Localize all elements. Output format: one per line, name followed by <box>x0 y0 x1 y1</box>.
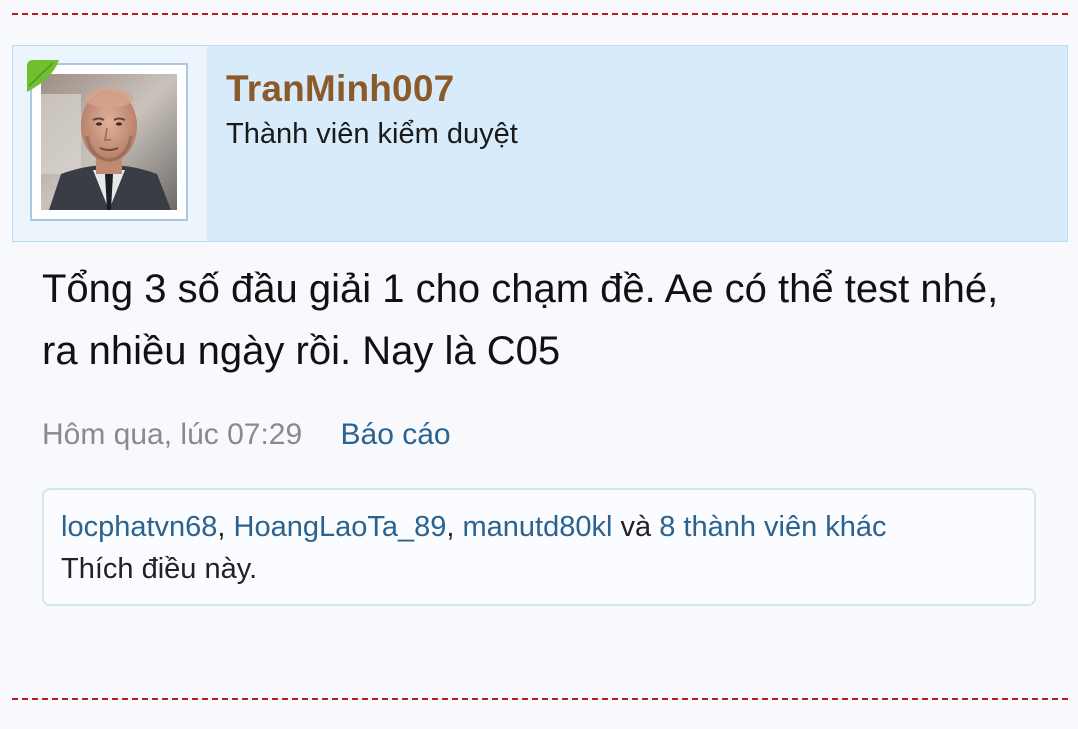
top-divider <box>12 13 1068 15</box>
avatar-container <box>13 46 207 241</box>
likes-conjunction: và <box>612 511 660 543</box>
other-likers-link[interactable]: 8 thành viên khác <box>659 511 886 543</box>
likes-line: locphatvn68, HoangLaoTa_89, manutd80kl v… <box>61 506 1017 548</box>
forum-post: TranMinh007 Thành viên kiểm duyệt Tổng 3… <box>0 0 1078 729</box>
report-link[interactable]: Báo cáo <box>341 418 451 451</box>
user-header: TranMinh007 Thành viên kiểm duyệt <box>12 45 1068 242</box>
username-link[interactable]: TranMinh007 <box>226 68 454 110</box>
user-title: Thành viên kiểm duyệt <box>226 118 518 150</box>
post-meta: Hôm qua, lúc 07:29 Báo cáo <box>42 418 451 452</box>
post-timestamp[interactable]: Hôm qua, lúc 07:29 <box>42 418 302 451</box>
likes-separator: , <box>446 511 463 543</box>
bottom-divider <box>12 698 1068 700</box>
avatar[interactable] <box>41 74 177 210</box>
liker-link[interactable]: HoangLaoTa_89 <box>234 511 447 543</box>
likes-suffix: Thích điều này. <box>61 553 258 585</box>
likes-summary: locphatvn68, HoangLaoTa_89, manutd80kl v… <box>42 488 1036 606</box>
post-message: Tổng 3 số đầu giải 1 cho chạm đề. Ae có … <box>42 267 999 373</box>
liker-link[interactable]: manutd80kl <box>463 511 613 543</box>
likes-separator: , <box>217 511 234 543</box>
leaf-badge-icon <box>27 60 59 92</box>
liker-link[interactable]: locphatvn68 <box>61 511 217 543</box>
